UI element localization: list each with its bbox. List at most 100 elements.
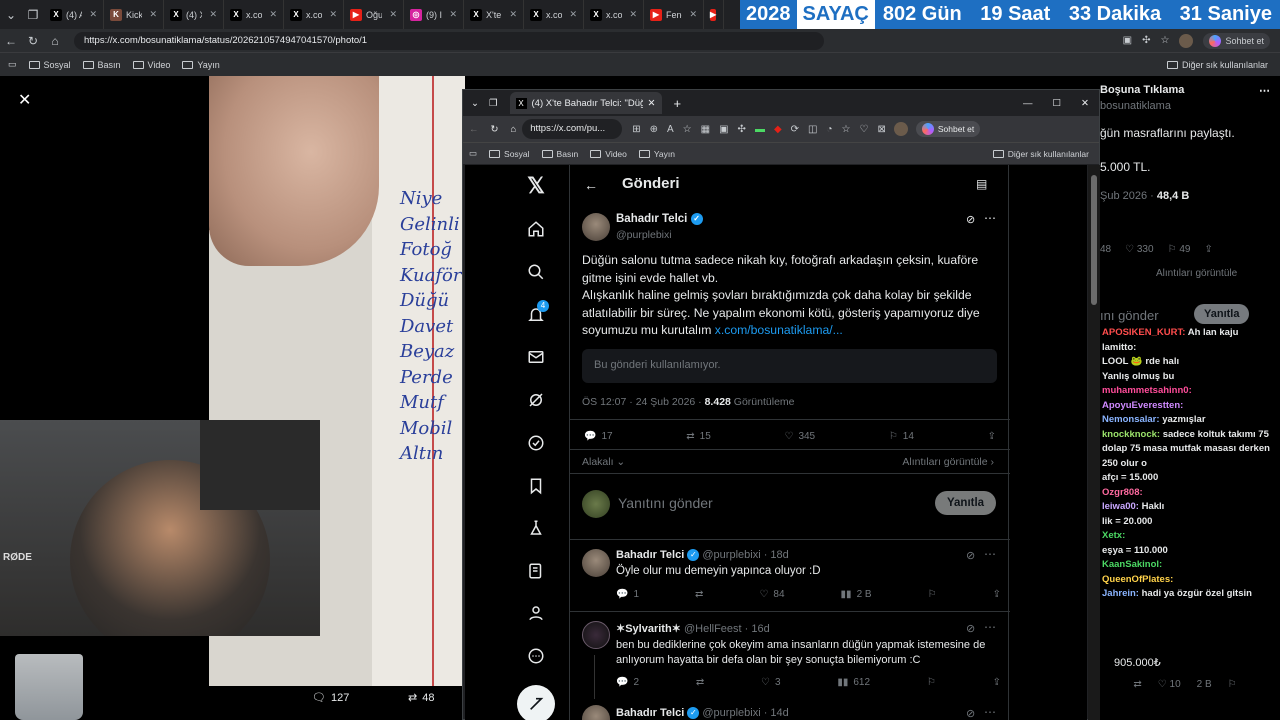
split-icon[interactable]: ◫ xyxy=(808,124,817,135)
like-button[interactable]: ♡ 345 xyxy=(784,431,815,442)
jobs-icon[interactable] xyxy=(525,517,547,539)
browser-tab[interactable]: ▶ Oğuz ✕ xyxy=(344,0,404,29)
quotes-link[interactable]: Alıntıları görüntüle xyxy=(1156,268,1237,279)
workspaces-icon[interactable]: ❐ xyxy=(22,8,44,22)
home-icon[interactable] xyxy=(525,218,547,240)
author-name[interactable]: ✶Sylvarith✶ xyxy=(616,623,681,635)
like-button[interactable]: ♡ 3 xyxy=(761,677,781,688)
more-icon[interactable]: ⋯ xyxy=(984,547,996,561)
reload-icon[interactable]: ↻ xyxy=(22,34,44,48)
reading-list-icon[interactable]: ▭ xyxy=(469,148,477,159)
browser-tab[interactable]: Xx.com/ ✕ xyxy=(284,0,344,29)
close-tab-icon[interactable]: ✕ xyxy=(89,9,97,20)
post-link[interactable]: x.com/bosunatiklama/... xyxy=(715,323,843,337)
home-icon[interactable]: ⌂ xyxy=(510,124,516,135)
extension-icon[interactable]: ▬ xyxy=(755,124,765,135)
browser-tab[interactable]: K KickPe ✕ xyxy=(104,0,164,29)
x-logo-icon[interactable]: 𝕏 xyxy=(525,173,547,198)
other-bookmarks[interactable]: Diğer sık kullanılanlar xyxy=(992,149,1089,159)
repost-icon[interactable]: ⇄ xyxy=(1133,679,1141,690)
close-tab-icon[interactable]: ✕ xyxy=(329,9,337,20)
reply-placeholder[interactable]: ını gönder xyxy=(1100,308,1159,323)
extension-icon[interactable]: ▦ xyxy=(701,124,710,135)
author-handle[interactable]: @purplebixi xyxy=(616,229,672,241)
back-icon[interactable]: ← xyxy=(469,124,479,135)
author-handle[interactable]: @purplebixi · 14d xyxy=(702,707,788,719)
extension-icon[interactable]: ✣ xyxy=(738,124,746,135)
repost-button[interactable]: ⇄ xyxy=(696,677,704,688)
author-handle[interactable]: @purplebixi · 18d xyxy=(702,549,788,561)
author-name[interactable]: Bahadır Telci xyxy=(616,549,684,561)
extension-icon[interactable]: ▣ xyxy=(1123,35,1132,46)
quotes-link[interactable]: Alıntıları görüntüle › xyxy=(902,456,994,468)
tab-menu-icon[interactable]: ⌄ xyxy=(471,98,479,109)
read-aloud-icon[interactable]: A xyxy=(667,124,674,135)
browser-tab[interactable]: ▶F xyxy=(704,0,724,29)
url-field[interactable]: https://x.com/bosunatiklama/status/20262… xyxy=(74,31,824,50)
browser-tab[interactable]: ◎ (9) Ins ✕ xyxy=(404,0,464,29)
profile-avatar[interactable] xyxy=(893,122,908,136)
scrollbar-thumb[interactable] xyxy=(1091,175,1097,305)
articles-icon[interactable] xyxy=(525,560,547,582)
bookmark-folder[interactable]: Basın xyxy=(82,60,121,70)
like-count[interactable]: ♡ 10 xyxy=(1158,679,1181,690)
bookmark-folder[interactable]: Video xyxy=(132,60,170,70)
close-tab-icon[interactable]: ✕ xyxy=(648,98,656,109)
minimize-icon[interactable]: — xyxy=(1023,98,1033,109)
like-button[interactable]: ♡ 84 xyxy=(759,589,784,600)
extension-icon[interactable]: ◆ xyxy=(774,124,782,135)
post-time[interactable]: ÖS 12:07 · 24 Şub 2026 · xyxy=(582,396,702,408)
reply-count[interactable]: 48 xyxy=(1100,244,1111,255)
bookmark-icon[interactable]: ⚐ xyxy=(928,589,937,600)
browser-tab[interactable]: Xx.com/ ✕ xyxy=(584,0,644,29)
bookmark-folder[interactable]: Yayın xyxy=(182,60,220,70)
bookmark-folder[interactable]: Video xyxy=(590,149,627,159)
more-icon[interactable] xyxy=(525,645,547,667)
close-tab-icon[interactable]: ✕ xyxy=(509,9,517,20)
new-tab-icon[interactable]: + xyxy=(674,96,682,111)
repost-button[interactable]: ⇄ xyxy=(695,589,703,600)
back-arrow-icon[interactable]: ← xyxy=(584,177,598,193)
favorites-icon[interactable]: ☆ xyxy=(683,124,692,135)
other-bookmarks[interactable]: Diğer sık kullanılanlar xyxy=(1166,60,1268,70)
reader-icon[interactable]: ▤ xyxy=(976,177,987,191)
more-icon[interactable]: ⋯ xyxy=(984,705,996,719)
browser-tab[interactable]: X X'te lb ✕ xyxy=(464,0,524,29)
browser-tab[interactable]: X (4) An ✕ xyxy=(44,0,104,29)
favorites-icon[interactable]: ☆ xyxy=(1161,35,1170,46)
close-icon[interactable]: ✕ xyxy=(18,90,31,110)
author-name[interactable]: Bahadır Telci xyxy=(616,213,687,225)
scrollbar[interactable] xyxy=(1088,165,1100,720)
grok-icon[interactable]: ⊘ xyxy=(966,707,975,720)
close-tab-icon[interactable]: ✕ xyxy=(449,9,457,20)
extension-icon[interactable]: ⊞ xyxy=(632,124,640,135)
reading-list-icon[interactable]: ▭ xyxy=(8,59,17,70)
views-count[interactable]: 2 B xyxy=(1197,679,1212,690)
reply-button[interactable]: 💬 17 xyxy=(584,431,613,442)
messages-icon[interactable] xyxy=(525,346,547,368)
sort-dropdown[interactable]: Alakalı ⌄ xyxy=(582,456,625,468)
repost-button[interactable]: ⇄ 15 xyxy=(686,431,711,442)
avatar[interactable] xyxy=(582,549,610,577)
extension-icon[interactable]: ⟳ xyxy=(791,124,799,135)
back-icon[interactable]: ← xyxy=(0,34,22,48)
share-icon[interactable]: ⇪ xyxy=(993,677,1001,688)
bookmark-folder[interactable]: Sosyal xyxy=(489,149,530,159)
share-icon[interactable]: ⇪ xyxy=(993,589,1001,600)
grok-icon[interactable]: ⊘ xyxy=(966,213,975,226)
bookmark-button[interactable]: ⚐ 14 xyxy=(889,431,914,442)
share-icon[interactable]: ⇪ xyxy=(1204,244,1212,255)
grok-icon[interactable]: ⊘ xyxy=(966,549,975,562)
author-name[interactable]: Bahadır Telci xyxy=(616,707,684,719)
more-icon[interactable]: ⋯ xyxy=(984,211,996,225)
workspaces-icon[interactable]: ❐ xyxy=(489,98,498,109)
profile-icon[interactable] xyxy=(525,602,547,624)
more-icon[interactable]: ⋯ xyxy=(1259,84,1270,97)
extension-icon[interactable]: ▣ xyxy=(719,124,728,135)
close-tab-icon[interactable]: ✕ xyxy=(269,9,277,20)
avatar[interactable] xyxy=(582,213,610,241)
extension-icon[interactable]: ♡ xyxy=(860,124,869,135)
tab-menu-icon[interactable]: ⌄ xyxy=(0,8,22,22)
close-tab-icon[interactable]: ✕ xyxy=(389,9,397,20)
browser-tab[interactable]: Xx.com/ ✕ xyxy=(224,0,284,29)
